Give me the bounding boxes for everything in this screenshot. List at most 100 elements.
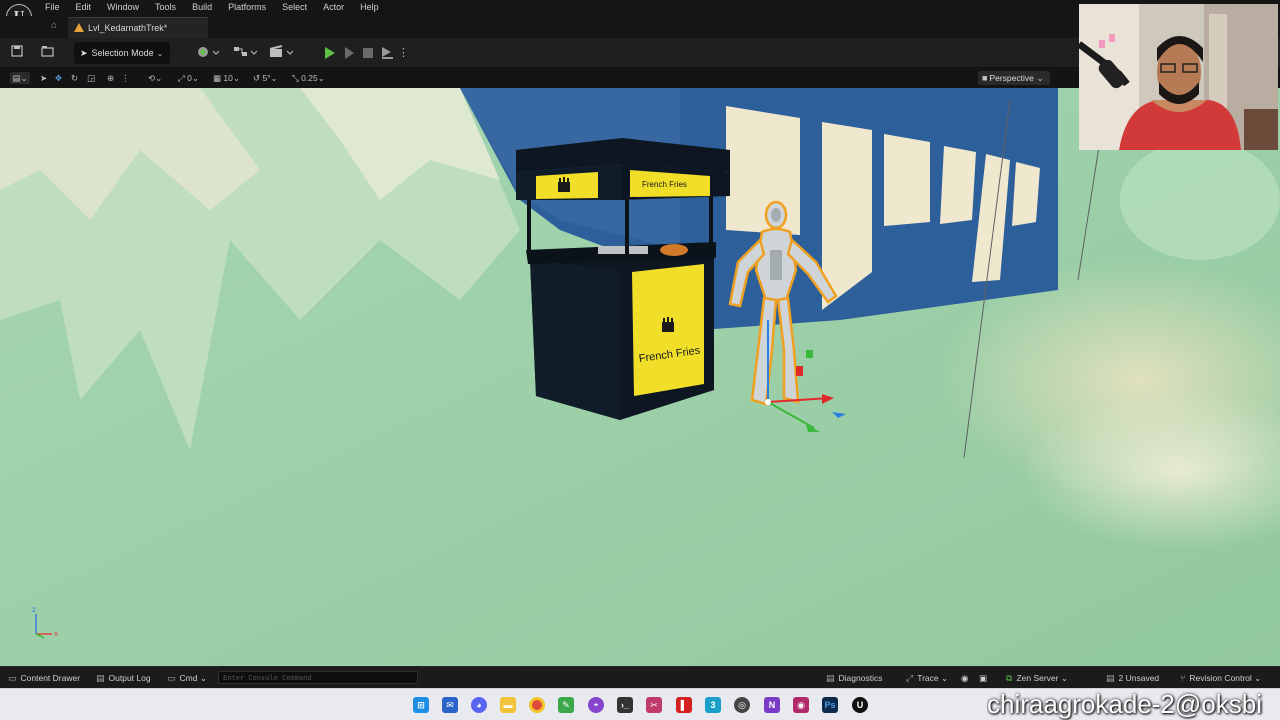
- diagnostics-button[interactable]: ▤ Diagnostics: [826, 672, 882, 684]
- eject-button[interactable]: [379, 45, 395, 61]
- webcam-overlay: [1079, 4, 1278, 150]
- 3d-app-icon[interactable]: 3: [705, 697, 721, 713]
- scale-tool-icon[interactable]: ◲: [87, 72, 95, 84]
- menu-help[interactable]: Help: [360, 2, 379, 12]
- location-snap-icon: ▦: [213, 73, 224, 83]
- menu-file[interactable]: File: [45, 2, 60, 12]
- play-button[interactable]: [322, 45, 338, 61]
- content-drawer-button[interactable]: ▭ Content Drawer: [8, 672, 80, 684]
- french-fries-stall[interactable]: French Fries French Fries: [516, 138, 730, 420]
- output-log-label: Output Log: [108, 673, 151, 683]
- level-tab-label: Lvl_KedarnathTrek*: [88, 23, 168, 33]
- revision-control-label: Revision Control: [1189, 673, 1252, 683]
- terminal-icon: ▭: [167, 673, 176, 683]
- select-tool-icon[interactable]: ➤: [40, 72, 47, 84]
- discord-icon[interactable]: ◕: [471, 697, 487, 713]
- photoshop-icon[interactable]: Ps: [822, 697, 838, 713]
- console-command-input[interactable]: [218, 671, 418, 684]
- red-app-icon[interactable]: ▌: [676, 697, 692, 713]
- content-browser-icon[interactable]: [39, 45, 55, 61]
- unsaved-icon: ▤: [1106, 673, 1115, 683]
- level-tab[interactable]: Lvl_KedarnathTrek*: [68, 17, 208, 38]
- more-icon[interactable]: ⋮: [398, 45, 409, 61]
- camera-icon: ■: [982, 73, 988, 83]
- trace-dropdown[interactable]: ⤢ Trace ⌄: [906, 672, 948, 684]
- rotation-snap-toggle[interactable]: ↺ 5°⌄: [253, 72, 278, 84]
- axis-z-label: z: [32, 605, 36, 614]
- location-snap-toggle[interactable]: ▦ 10⌄: [213, 72, 240, 84]
- windows-start-icon[interactable]: ⊞: [413, 697, 429, 713]
- light-patch-top-right: [1120, 140, 1280, 260]
- location-snap-value: 10: [223, 73, 233, 83]
- visual-studio-icon[interactable]: N: [764, 697, 780, 713]
- content-drawer-label: Content Drawer: [20, 673, 81, 683]
- cmd-dropdown[interactable]: ▭ Cmd ⌄: [167, 672, 207, 684]
- home-icon[interactable]: ⌂: [48, 20, 60, 32]
- mail-icon[interactable]: ✉: [442, 697, 458, 713]
- snipping-icon[interactable]: ✂: [646, 697, 662, 713]
- menu-build[interactable]: Build: [192, 2, 212, 12]
- level-viewport[interactable]: French Fries French Fries ▤⌄ ➤ ✥ ↻ ◲ ⊕ ⋮…: [0, 68, 1280, 666]
- translate-tool-icon[interactable]: ✥: [55, 72, 62, 84]
- blueprint-icon[interactable]: [232, 45, 258, 61]
- menu-actor[interactable]: Actor: [323, 2, 344, 12]
- unsaved-button[interactable]: ▤ 2 Unsaved: [1106, 672, 1159, 684]
- menu-edit[interactable]: Edit: [76, 2, 92, 12]
- perspective-dropdown[interactable]: ■ Perspective ⌄: [978, 71, 1050, 85]
- stop-button[interactable]: [360, 45, 376, 61]
- eject-icon: [382, 47, 393, 59]
- status-bar: ▭Content Drawer ▤Output Log ▭Cmd ⌄ ▤Diag…: [0, 666, 1280, 688]
- menu-select[interactable]: Select: [282, 2, 307, 12]
- terminal-icon[interactable]: ›_: [617, 697, 633, 713]
- selection-mode-dropdown[interactable]: ➤ Selection Mode ⌄: [74, 42, 170, 64]
- unsaved-label: 2 Unsaved: [1118, 673, 1160, 683]
- record-icon[interactable]: ◉: [961, 672, 968, 684]
- output-log-button[interactable]: ▤ Output Log: [96, 672, 151, 684]
- menu-items: File Edit Window Tools Build Platforms S…: [45, 2, 395, 12]
- fries-icon: [662, 317, 674, 332]
- davinci-icon[interactable]: ◉: [793, 697, 809, 713]
- zen-server-dropdown[interactable]: ⧉ Zen Server ⌄: [1006, 672, 1068, 684]
- menu-platforms[interactable]: Platforms: [228, 2, 266, 12]
- world-local-icon[interactable]: ⊕: [107, 72, 114, 84]
- file-explorer-icon[interactable]: ▬: [500, 697, 516, 713]
- scale-snap-value: 0.25: [301, 73, 318, 83]
- unreal-icon[interactable]: U: [852, 697, 868, 713]
- chevron-down-icon: ⌄: [156, 49, 164, 58]
- chevron-down-icon: ⌄: [1251, 673, 1262, 683]
- perspective-label: Perspective: [989, 73, 1034, 83]
- chevron-down-icon: ⌄: [197, 673, 207, 683]
- level-icon: [74, 23, 84, 32]
- zen-server-label: Zen Server: [1016, 673, 1059, 683]
- grid-snap-icon[interactable]: ⟲⌄: [148, 72, 162, 84]
- github-icon[interactable]: ◓: [588, 697, 604, 713]
- notepad-icon[interactable]: ✎: [558, 697, 574, 713]
- wall-panel: [1012, 162, 1040, 226]
- search-icon[interactable]: ◎: [734, 697, 750, 713]
- revision-control-dropdown[interactable]: ⑂ Revision Control ⌄: [1180, 672, 1261, 684]
- wall-panel: [726, 106, 800, 235]
- chrome-icon[interactable]: [529, 697, 545, 713]
- trace-icon: ⤢: [906, 673, 914, 683]
- zen-server-icon: ⧉: [1006, 673, 1013, 683]
- save-icon[interactable]: [9, 45, 25, 61]
- select-arrow-icon: ➤: [80, 48, 88, 58]
- play-icon: [325, 47, 335, 59]
- step-button[interactable]: [342, 45, 358, 61]
- diagnostics-icon: ▤: [826, 673, 835, 683]
- grid-snap-toggle[interactable]: ⤢ 0⌄: [178, 72, 199, 84]
- cmd-label: Cmd: [179, 673, 198, 683]
- scene-render[interactable]: French Fries French Fries: [0, 68, 1280, 666]
- surface-snap-icon[interactable]: ⋮: [121, 72, 130, 84]
- viewport-options-icon[interactable]: ▤⌄: [10, 72, 30, 84]
- cinematics-icon[interactable]: [268, 45, 294, 61]
- screenshot-icon[interactable]: ▣: [979, 672, 987, 684]
- revision-control-icon: ⑂: [1180, 673, 1186, 683]
- menu-window[interactable]: Window: [107, 2, 139, 12]
- menu-tools[interactable]: Tools: [155, 2, 176, 12]
- fries-icon: [558, 177, 570, 192]
- add-actor-icon[interactable]: [196, 45, 220, 61]
- grid-snap-value: 0: [187, 73, 192, 83]
- rotate-tool-icon[interactable]: ↻: [71, 72, 78, 84]
- scale-snap-toggle[interactable]: ⤡ 0.25⌄: [292, 72, 325, 84]
